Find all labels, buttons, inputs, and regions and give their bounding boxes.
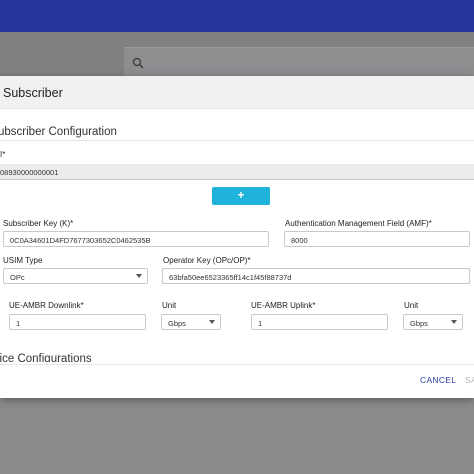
add-button[interactable]: + [212, 187, 270, 205]
cancel-button[interactable]: CANCEL [420, 375, 456, 385]
subscriber-key-value: 0C0A34601D4FD7677303652C0462535B [10, 236, 151, 245]
search-bar[interactable] [124, 47, 474, 77]
app-top-bar [0, 0, 474, 32]
chevron-down-icon [136, 274, 142, 278]
subscriber-key-label: Subscriber Key (K)* [3, 219, 74, 228]
uplink-unit-label: Unit [404, 301, 419, 310]
search-icon [132, 57, 144, 69]
imsi-field[interactable]: 08930000000001 [0, 164, 474, 180]
ue-ambr-downlink-input[interactable]: 1 [9, 314, 146, 330]
footer-divider [0, 364, 474, 365]
amf-value: 8000 [291, 236, 308, 245]
subscriber-dialog: Subscriber ubscriber Configuration I* 08… [0, 76, 474, 398]
ue-ambr-uplink-value: 1 [258, 319, 263, 328]
ue-ambr-downlink-value: 1 [16, 319, 21, 328]
downlink-unit-label: Unit [162, 301, 177, 310]
amf-label: Authentication Management Field (AMF)* [285, 219, 432, 228]
dialog-footer [0, 362, 474, 398]
downlink-unit-value: Gbps [168, 319, 186, 328]
chevron-down-icon [451, 320, 457, 324]
ue-ambr-uplink-label: UE-AMBR Uplink* [251, 301, 316, 310]
dialog-header: Subscriber [0, 76, 474, 109]
uplink-unit-select[interactable]: Gbps [403, 314, 463, 330]
background-area [0, 398, 474, 474]
usim-type-value: OPc [10, 273, 25, 282]
section-divider [0, 140, 474, 141]
save-button[interactable]: SA [465, 375, 474, 385]
uplink-unit-value: Gbps [410, 319, 428, 328]
dialog-title: Subscriber [3, 86, 63, 100]
imsi-label: I* [0, 150, 6, 159]
imsi-value: 08930000000001 [0, 168, 59, 177]
usim-type-label: USIM Type [3, 256, 43, 265]
chevron-down-icon [209, 320, 215, 324]
ue-ambr-uplink-input[interactable]: 1 [251, 314, 388, 330]
amf-input[interactable]: 8000 [284, 231, 470, 247]
operator-key-label: Operator Key (OPc/OP)* [163, 256, 251, 265]
subscriber-key-input[interactable]: 0C0A34601D4FD7677303652C0462535B [3, 231, 269, 247]
operator-key-input[interactable]: 63bfa50ee6523365ff14c1f45f88737d [162, 268, 470, 284]
usim-type-select[interactable]: OPc [3, 268, 148, 284]
operator-key-value: 63bfa50ee6523365ff14c1f45f88737d [169, 273, 292, 282]
section-title: ubscriber Configuration [0, 126, 117, 138]
ue-ambr-downlink-label: UE-AMBR Downlink* [9, 301, 84, 310]
downlink-unit-select[interactable]: Gbps [161, 314, 221, 330]
